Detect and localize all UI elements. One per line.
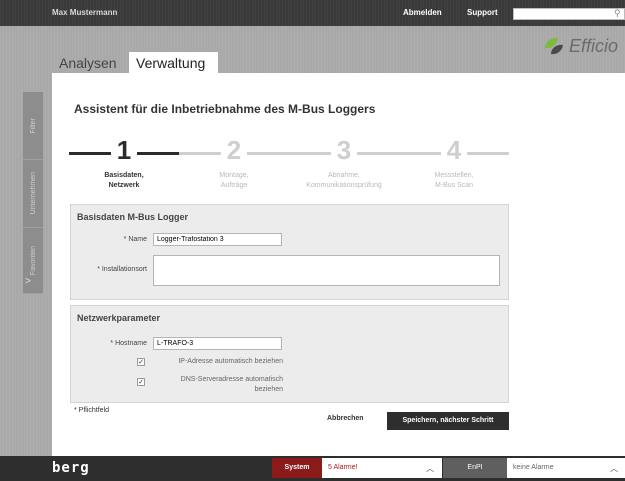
- search-input[interactable]: [513, 8, 625, 20]
- tab-analysen[interactable]: Analysen: [52, 52, 124, 73]
- dns-auto-checkbox[interactable]: ✓: [137, 378, 145, 386]
- content-panel: Assistent für die Inbetriebnahme des M-B…: [52, 73, 625, 456]
- step-line: [399, 152, 441, 155]
- sidetab-filter[interactable]: Filter: [23, 92, 43, 160]
- chevron-up-icon[interactable]: ︿: [426, 463, 434, 474]
- name-field[interactable]: [153, 233, 282, 246]
- name-label: * Name: [123, 236, 147, 243]
- hostname-field[interactable]: [153, 337, 282, 350]
- step-label-line: Montage,: [219, 172, 249, 179]
- enpi-alarm-label: EnPI: [443, 458, 507, 478]
- tab-verwaltung[interactable]: Verwaltung: [129, 52, 218, 73]
- step-number: 1: [116, 135, 132, 165]
- step-line: [289, 152, 331, 155]
- installationsort-field[interactable]: [153, 255, 500, 286]
- step-number: 2: [226, 135, 242, 165]
- cancel-button[interactable]: Abbrechen: [327, 415, 364, 422]
- step-label: Basisdaten, Netzwerk: [69, 171, 179, 191]
- step-line: [357, 152, 399, 155]
- page-title: Assistent für die Inbetriebnahme des M-B…: [74, 102, 376, 116]
- required-note: * Pflichtfeld: [74, 407, 110, 414]
- step-label-line: Kommunikationsprüfung: [306, 182, 382, 189]
- expand-arrow-icon[interactable]: >: [25, 276, 31, 287]
- hostname-label: * Hostname: [110, 340, 147, 347]
- step-line: [467, 152, 509, 155]
- search-icon[interactable]: ⚲: [614, 8, 621, 19]
- sidetab-favoriten-label: Favoriten: [29, 245, 37, 276]
- step-number: 4: [446, 135, 462, 165]
- step-label: Abnahme, Kommunikationsprüfung: [289, 171, 399, 191]
- ip-auto-label: IP-Adresse automatisch beziehen: [178, 358, 283, 365]
- support-link[interactable]: Support: [467, 8, 498, 17]
- step-line: [137, 152, 179, 155]
- brand-logo-text: Efficio: [569, 36, 619, 56]
- user-name[interactable]: Max Mustermann: [52, 8, 117, 17]
- step-label: Montage, Aufträge: [179, 171, 289, 191]
- enpi-alarm-value[interactable]: keine Alarme: [507, 458, 625, 478]
- sidetab-unternehmen[interactable]: Unternehmen: [23, 160, 43, 228]
- sidetab-filter-label: Filter: [29, 117, 37, 134]
- footer-brand-logo: berg: [52, 460, 90, 476]
- sidetab-unternehmen-label: Unternehmen: [29, 172, 37, 215]
- installationsort-label: * Installationsort: [97, 266, 147, 273]
- side-panel-tabs: Filter Unternehmen Favoriten: [23, 92, 43, 294]
- step-label-line: Abnahme,: [328, 172, 360, 179]
- save-next-button[interactable]: Speichern, nächster Schritt: [387, 412, 509, 430]
- netzwerk-section: Netzwerkparameter * Hostname ✓ IP-Adress…: [70, 305, 509, 403]
- basisdaten-section: Basisdaten M-Bus Logger * Name * Install…: [70, 204, 509, 300]
- status-bar: berg System 5 Alarme! ︿ EnPI keine Alarm…: [0, 456, 625, 481]
- system-alarm-value[interactable]: 5 Alarme!: [322, 458, 442, 478]
- dns-auto-label-line: beziehen: [254, 386, 283, 393]
- step-label-line: Messstellen,: [434, 172, 474, 179]
- chevron-up-icon[interactable]: ︿: [610, 463, 618, 474]
- step-label: Messstellen, M-Bus Scan: [399, 171, 509, 191]
- step-line: [179, 152, 221, 155]
- step-label-line: Netzwerk: [108, 182, 140, 189]
- section-title: Basisdaten M-Bus Logger: [77, 212, 189, 222]
- section-title: Netzwerkparameter: [77, 313, 161, 323]
- step-label-line: Basisdaten,: [104, 172, 144, 179]
- step-number: 3: [336, 135, 352, 165]
- step-line: [247, 152, 289, 155]
- logout-link[interactable]: Abmelden: [403, 8, 442, 17]
- dns-auto-label: DNS-Serveradresse automatisch beziehen: [153, 375, 283, 395]
- step-label-line: Aufträge: [220, 182, 248, 189]
- top-bar: Max Mustermann Abmelden Support ⚲: [0, 0, 625, 26]
- dns-auto-label-line: DNS-Serveradresse automatisch: [180, 376, 283, 383]
- ip-auto-checkbox[interactable]: ✓: [137, 358, 145, 366]
- step-line: [69, 152, 111, 155]
- step-label-line: M-Bus Scan: [434, 182, 474, 189]
- system-alarm-label: System: [272, 458, 322, 478]
- logo-leaf-icon: [545, 37, 563, 55]
